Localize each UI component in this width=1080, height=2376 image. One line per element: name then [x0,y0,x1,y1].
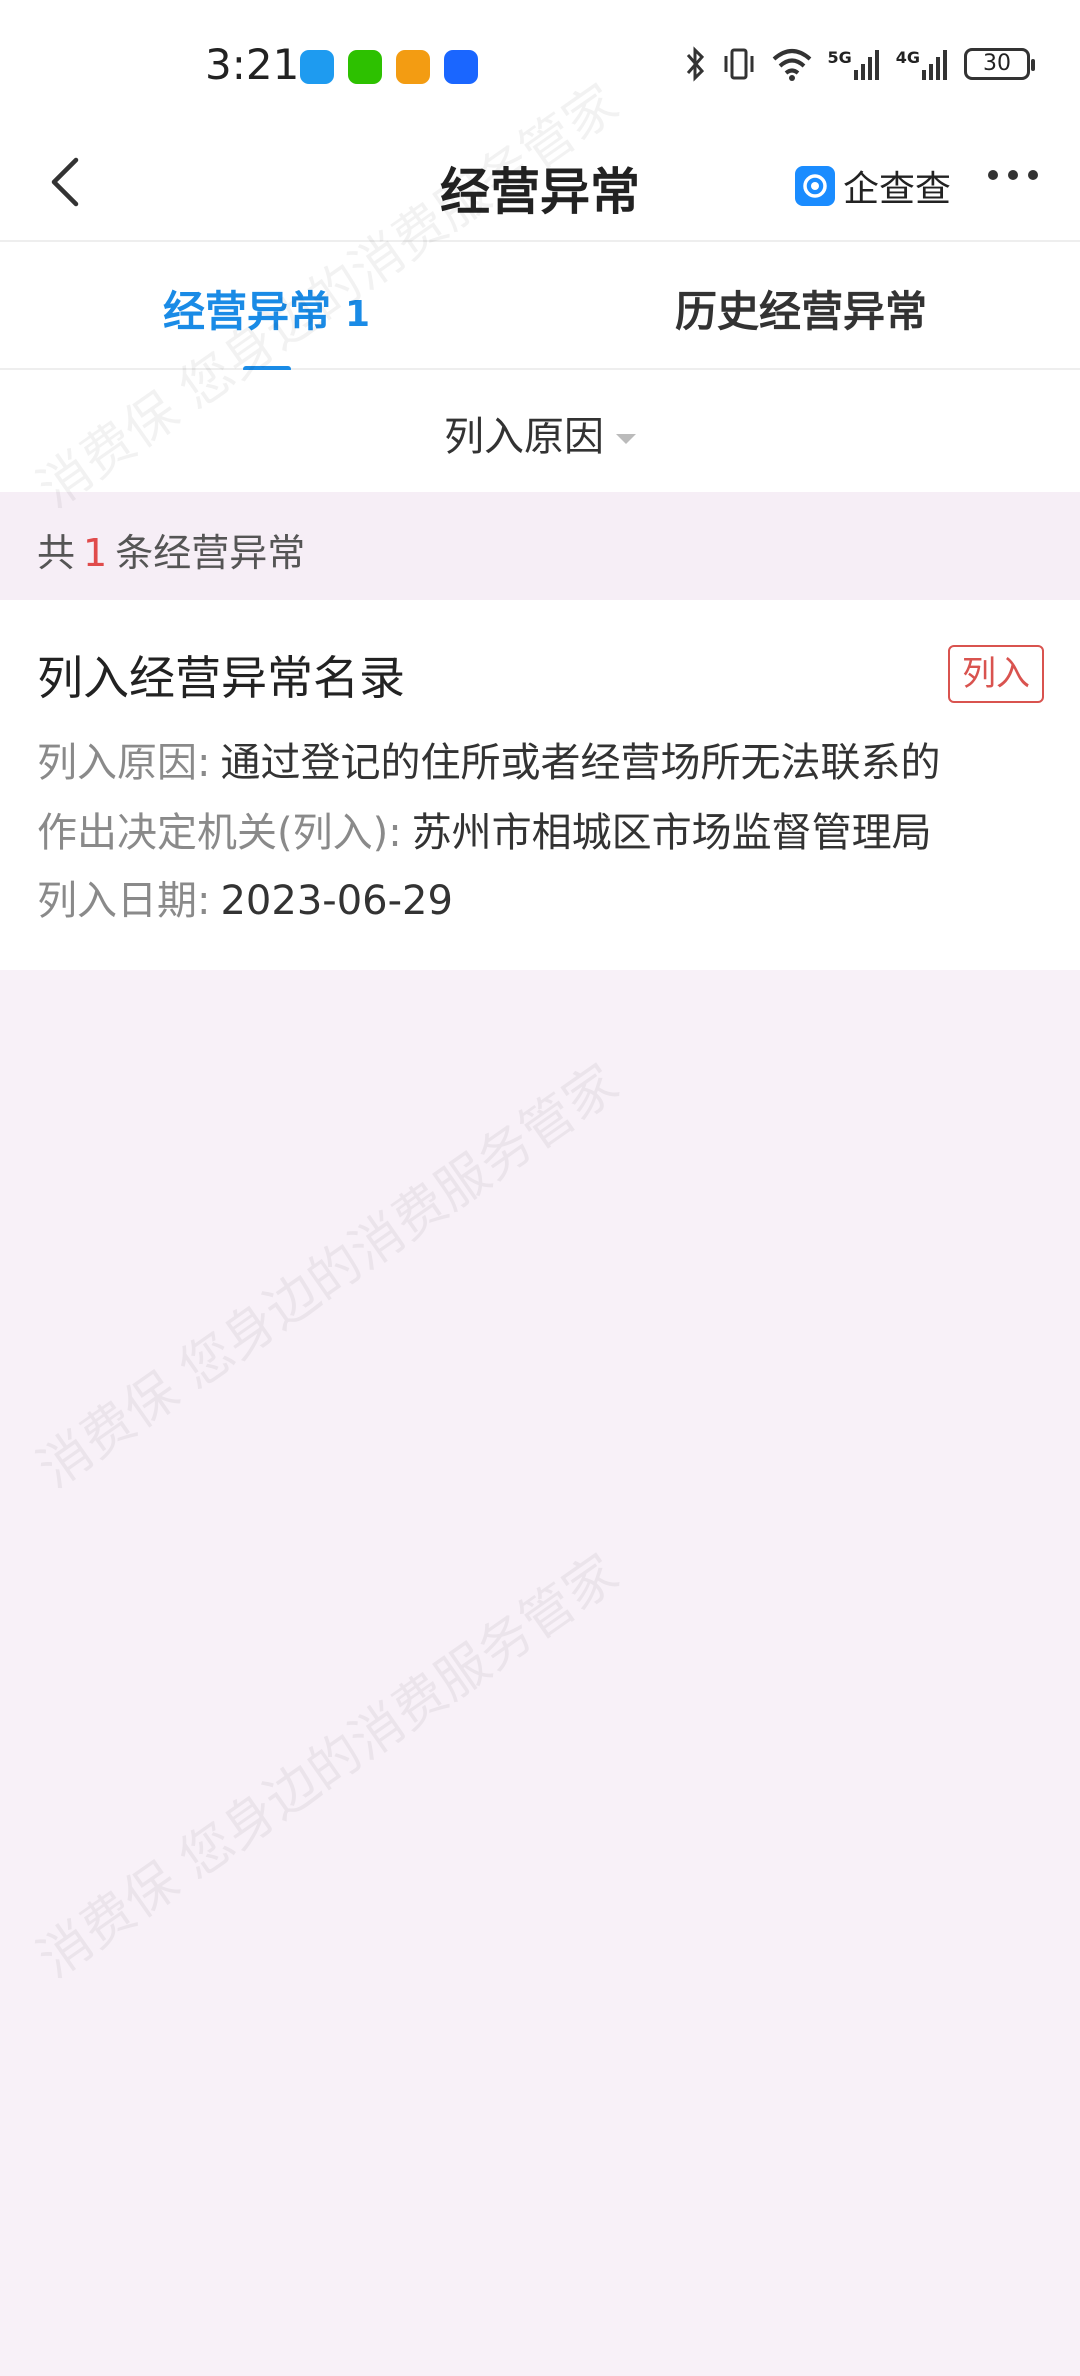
status-badge: 列入 [948,645,1044,703]
watermark: 消费保 您身边的消费服务管家 [27,1543,630,1990]
count-suffix: 条经营异常 [115,531,306,575]
notes-app-icon [396,50,430,84]
brand-logo[interactable]: 企查查 [795,160,951,212]
filter-bar: 列入原因 [0,370,1080,492]
wifi-icon [773,49,812,81]
reason-filter-dropdown[interactable]: 列入原因 [0,404,1080,462]
qichacha-logo-icon [795,166,835,206]
more-button[interactable] [988,170,1038,180]
tab-history-abnormal[interactable]: 历史经营异常 [675,278,927,339]
signal-4g: 4G [896,48,950,80]
more-dot-icon [988,170,998,180]
wechat-app-icon [348,50,382,84]
tab-bar: 经营异常 1 历史经营异常 [0,240,1080,372]
abnormal-record-card[interactable]: 列入经营异常名录 列入 列入原因: 通过登记的住所或者经营场所无法联系的 作出决定… [0,600,1080,970]
status-bar: 3:21 5G 4G 30 [0,0,1080,130]
field-value: 苏州市相城区市场监督管理局 [411,810,932,856]
filter-label: 列入原因 [444,414,604,460]
count-number: 1 [83,531,108,575]
battery-icon: 30 [964,48,1035,80]
bluetooth-icon [687,46,705,82]
network-5g-label: 5G [827,48,852,67]
record-date-row: 列入日期: 2023-06-29 [37,868,453,926]
result-count-bar: 共 1 条经营异常 [0,492,1080,600]
more-dot-icon [1028,170,1038,180]
messages-app-icon [300,50,334,84]
tab-label: 经营异常 [163,287,332,336]
more-dot-icon [1008,170,1018,180]
caret-down-icon [616,434,636,444]
status-indicators: 5G 4G 30 [685,46,1035,82]
record-authority-row: 作出决定机关(列入): 苏州市相城区市场监督管理局 [37,800,932,858]
field-value: 2023-06-29 [220,878,453,924]
tab-count: 1 [345,294,371,335]
battery-level: 30 [983,51,1011,76]
brand-name: 企查查 [843,169,952,210]
tab-current-abnormal[interactable]: 经营异常 1 [163,278,370,339]
vibrate-icon [724,48,754,80]
nav-bar: 经营异常 企查查 [0,130,1080,240]
signal-5g: 5G [827,48,881,80]
result-count: 共 1 条经营异常 [37,522,305,577]
count-prefix: 共 [37,531,76,575]
record-reason-row: 列入原因: 通过登记的住所或者经营场所无法联系的 [37,730,940,788]
network-4g-label: 4G [895,48,920,67]
status-time: 3:21 [205,40,300,89]
tab-label: 历史经营异常 [675,287,928,336]
field-value: 通过登记的住所或者经营场所无法联系的 [220,740,941,786]
field-label: 作出决定机关(列入): [37,810,402,856]
record-title: 列入经营异常名录 [37,651,405,705]
signal-bars-icon [922,50,947,80]
bulb-app-icon [444,50,478,84]
field-label: 列入日期: [37,878,211,924]
field-label: 列入原因: [37,740,211,786]
watermark: 消费保 您身边的消费服务管家 [27,1053,630,1500]
signal-bars-icon [853,50,879,80]
